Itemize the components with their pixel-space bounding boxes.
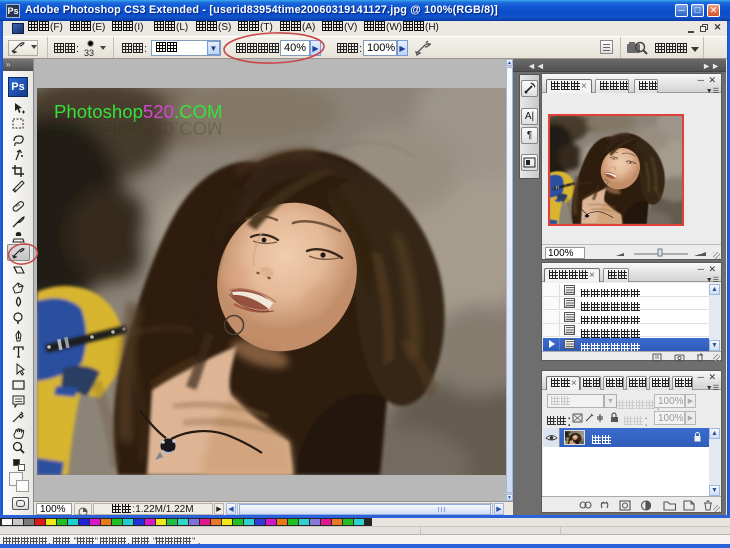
svg-text:Photoshop520.COM: Photoshop520.COM bbox=[54, 118, 223, 139]
